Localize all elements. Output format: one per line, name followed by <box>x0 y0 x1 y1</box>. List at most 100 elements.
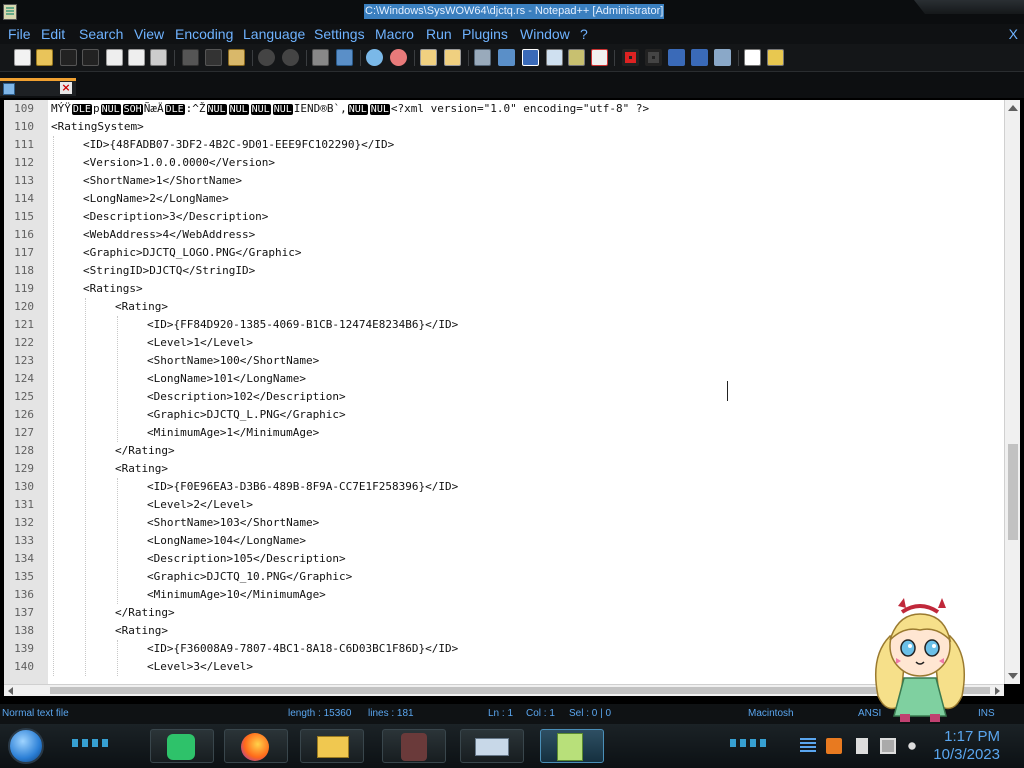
status-eol[interactable]: Macintosh <box>748 708 794 719</box>
zoom-in-icon[interactable] <box>366 49 383 66</box>
menu-search[interactable]: Search <box>79 26 123 42</box>
editor-line[interactable]: 140 <Level>3</Level> <box>4 658 1004 676</box>
editor-line[interactable]: 124 <LongName>101</LongName> <box>4 370 1004 388</box>
close-tab-icon[interactable]: × <box>60 82 72 94</box>
sync-h-icon[interactable] <box>444 49 461 66</box>
editor-line[interactable]: 112 <Version>1.0.0.0000</Version> <box>4 154 1004 172</box>
system-clock[interactable]: 1:17 PM 10/3/2023 <box>933 728 1000 764</box>
close-icon[interactable] <box>106 49 123 66</box>
doc-map-icon[interactable] <box>546 49 563 66</box>
editor-line[interactable]: 128 </Rating> <box>4 442 1004 460</box>
function-list-icon[interactable] <box>568 49 585 66</box>
editor-line[interactable]: 116 <WebAddress>4</WebAddress> <box>4 226 1004 244</box>
editor-line[interactable]: 134 <Description>105</Description> <box>4 550 1004 568</box>
plugin-icon[interactable] <box>767 49 784 66</box>
save-macro-icon[interactable] <box>714 49 731 66</box>
window-controls[interactable] <box>914 0 1024 14</box>
undo-icon[interactable] <box>258 49 275 66</box>
spellcheck-icon[interactable] <box>744 49 761 66</box>
redo-icon[interactable] <box>282 49 299 66</box>
run-macro-multi-icon[interactable] <box>691 49 708 66</box>
start-button[interactable] <box>8 728 44 764</box>
notepad-app-icon[interactable] <box>3 4 17 20</box>
indent-guide-icon[interactable] <box>522 49 539 66</box>
word-wrap-icon[interactable] <box>474 49 491 66</box>
editor-line[interactable]: 118 <StringID>DJCTQ</StringID> <box>4 262 1004 280</box>
menu-file[interactable]: File <box>8 26 31 42</box>
editor-line[interactable]: 121 <ID>{FF84D920-1385-4069-B1CB-12474E82… <box>4 316 1004 334</box>
taskbar-firefox[interactable] <box>224 729 288 763</box>
save-icon[interactable] <box>60 49 77 66</box>
editor-line[interactable]: 120 <Rating> <box>4 298 1004 316</box>
menu-run[interactable]: Run <box>426 26 452 42</box>
editor-line[interactable]: 125 <Description>102</Description> <box>4 388 1004 406</box>
taskbar-avatar-app[interactable] <box>382 729 446 763</box>
open-icon[interactable] <box>36 49 53 66</box>
paste-icon[interactable] <box>228 49 245 66</box>
editor-line[interactable]: 138 <Rating> <box>4 622 1004 640</box>
cut-icon[interactable] <box>182 49 199 66</box>
editor-line[interactable]: 113 <ShortName>1</ShortName> <box>4 172 1004 190</box>
stop-macro-icon[interactable] <box>645 49 662 66</box>
editor-line[interactable]: 122 <Level>1</Level> <box>4 334 1004 352</box>
volume-icon[interactable] <box>904 738 920 754</box>
editor-line[interactable]: 139 <ID>{F36008A9-7807-4BC1-8A18-C6D03BC1… <box>4 640 1004 658</box>
copy-icon[interactable] <box>205 49 222 66</box>
editor-line[interactable]: 129 <Rating> <box>4 460 1004 478</box>
menu-plugins[interactable]: Plugins <box>462 26 508 42</box>
editor-line[interactable]: 135 <Graphic>DJCTQ_10.PNG</Graphic> <box>4 568 1004 586</box>
scroll-left-icon[interactable] <box>8 687 13 695</box>
editor-line[interactable]: 123 <ShortName>100</ShortName> <box>4 352 1004 370</box>
vertical-scroll-thumb[interactable] <box>1008 444 1018 540</box>
horizontal-scroll-thumb[interactable] <box>50 687 990 694</box>
editor-line[interactable]: 130 <ID>{F0E96EA3-D3B6-489B-8F9A-CC7E1F25… <box>4 478 1004 496</box>
print-icon[interactable] <box>150 49 167 66</box>
show-all-chars-icon[interactable] <box>498 49 515 66</box>
play-macro-icon[interactable] <box>668 49 685 66</box>
editor-line[interactable]: 126 <Graphic>DJCTQ_L.PNG</Graphic> <box>4 406 1004 424</box>
taskbar-notepad-plus-plus[interactable] <box>540 729 604 763</box>
editor-line[interactable]: 127 <MinimumAge>1</MinimumAge> <box>4 424 1004 442</box>
scroll-up-icon[interactable] <box>1008 105 1018 111</box>
editor-line[interactable]: 136 <MinimumAge>10</MinimumAge> <box>4 586 1004 604</box>
menu-macro[interactable]: Macro <box>375 26 414 42</box>
menu-language[interactable]: Language <box>243 26 305 42</box>
editor-line[interactable]: 119 <Ratings> <box>4 280 1004 298</box>
save-all-icon[interactable] <box>82 49 99 66</box>
tab-djctq-rs[interactable]: × <box>0 78 76 96</box>
editor-line[interactable]: 133 <LongName>104</LongName> <box>4 532 1004 550</box>
editor-line[interactable]: 117 <Graphic>DJCTQ_LOGO.PNG</Graphic> <box>4 244 1004 262</box>
editor-line[interactable]: 131 <Level>2</Level> <box>4 496 1004 514</box>
record-macro-icon[interactable] <box>622 49 639 66</box>
new-file-icon[interactable] <box>14 49 31 66</box>
horizontal-scrollbar[interactable] <box>4 684 1004 696</box>
network-tray-icon[interactable] <box>880 738 896 754</box>
show-desktop-icon[interactable] <box>800 738 816 754</box>
zoom-out-icon[interactable] <box>390 49 407 66</box>
editor-line[interactable]: 137 </Rating> <box>4 604 1004 622</box>
scroll-right-icon[interactable] <box>995 687 1000 695</box>
editor-line[interactable]: 110 <RatingSystem> <box>4 118 1004 136</box>
editor-line[interactable]: 132 <ShortName>103</ShortName> <box>4 514 1004 532</box>
close-document-button[interactable]: X <box>1009 26 1018 42</box>
editor-line[interactable]: 115 <Description>3</Description> <box>4 208 1004 226</box>
status-insert-mode[interactable]: INS <box>978 708 995 719</box>
menu-window[interactable]: Window <box>520 26 570 42</box>
menu-help[interactable]: ? <box>580 26 588 42</box>
taskbar-file-explorer[interactable] <box>300 729 364 763</box>
taskbar-notes-app[interactable] <box>150 729 214 763</box>
close-all-icon[interactable] <box>128 49 145 66</box>
replace-icon[interactable] <box>336 49 353 66</box>
sync-v-icon[interactable] <box>420 49 437 66</box>
menu-view[interactable]: View <box>134 26 164 42</box>
editor-line[interactable]: 109 MÝŸ DLE p NUL SOH ÑæÄ DLE:^Ž NUL NUL NUL NUL IEN… <box>4 100 1004 118</box>
menu-encoding[interactable]: Encoding <box>175 26 233 42</box>
scroll-down-icon[interactable] <box>1008 673 1018 679</box>
tray-app-icon[interactable] <box>826 738 842 754</box>
find-icon[interactable] <box>312 49 329 66</box>
menu-settings[interactable]: Settings <box>314 26 365 42</box>
editor-line[interactable]: 114 <LongName>2</LongName> <box>4 190 1004 208</box>
menu-edit[interactable]: Edit <box>41 26 65 42</box>
action-center-flag-icon[interactable] <box>856 738 872 754</box>
vertical-scrollbar[interactable] <box>1004 100 1020 684</box>
